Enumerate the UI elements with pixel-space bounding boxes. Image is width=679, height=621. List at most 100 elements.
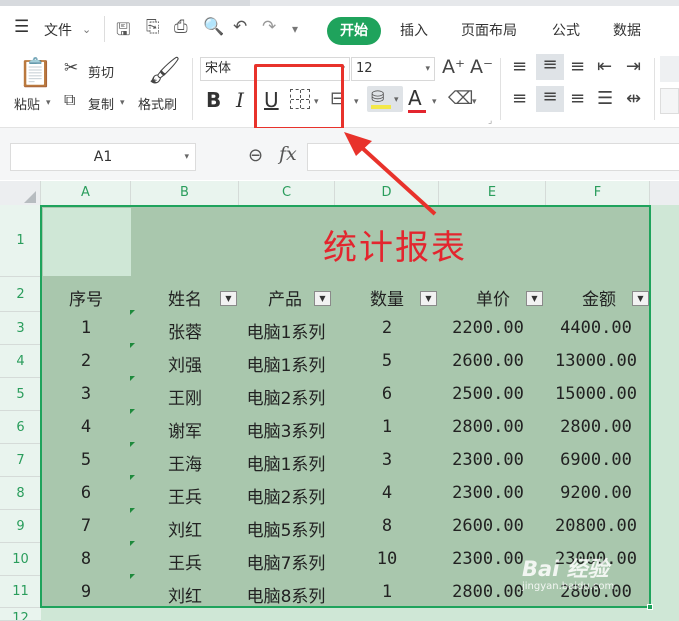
- row-header-10[interactable]: 10: [0, 543, 41, 576]
- paste-chevron-icon[interactable]: ▾: [46, 98, 51, 108]
- header-cell-quantity[interactable]: 数量: [352, 285, 422, 310]
- data-cell-index[interactable]: 3: [56, 384, 116, 404]
- data-cell-unit-price[interactable]: 2300.00: [442, 483, 534, 503]
- name-box[interactable]: A1 ▾: [10, 143, 196, 171]
- data-cell-amount[interactable]: 2800.00: [548, 417, 644, 437]
- column-header-d[interactable]: D: [335, 181, 439, 205]
- format-painter-icon[interactable]: 🖌: [148, 56, 181, 86]
- data-cell-quantity[interactable]: 10: [352, 549, 422, 569]
- data-cell-index[interactable]: 8: [56, 549, 116, 569]
- filter-dropdown-icon[interactable]: ▼: [632, 291, 649, 306]
- row-header-3[interactable]: 3: [0, 312, 41, 345]
- decrease-indent-icon[interactable]: ⇤: [597, 56, 612, 77]
- font-size-select[interactable]: 12 ▾: [351, 57, 435, 81]
- data-cell-unit-price[interactable]: 2800.00: [442, 417, 534, 437]
- data-cell-quantity[interactable]: 5: [352, 351, 422, 371]
- tab-data[interactable]: 数据: [613, 20, 641, 40]
- data-cell-product[interactable]: 电脑3系列: [236, 417, 336, 442]
- print-preview-icon[interactable]: 🔍: [203, 17, 224, 37]
- select-all-corner[interactable]: [0, 181, 41, 205]
- fill-color-button[interactable]: ⛁ ▾: [367, 86, 403, 112]
- formula-input[interactable]: [307, 143, 679, 171]
- print-icon[interactable]: ⎙: [174, 17, 188, 37]
- data-cell-name[interactable]: 刘红: [150, 582, 220, 607]
- data-cell-product[interactable]: 电脑2系列: [236, 384, 336, 409]
- align-bottom-icon[interactable]: ≡: [570, 56, 585, 77]
- row-header-4[interactable]: 4: [0, 345, 41, 378]
- row-header-7[interactable]: 7: [0, 444, 41, 477]
- merge-cells-button[interactable]: [660, 56, 679, 82]
- data-cell-amount[interactable]: 4400.00: [548, 318, 644, 338]
- eraser-chevron-icon[interactable]: ▾: [472, 97, 477, 107]
- distribute-icon[interactable]: ⇹: [626, 88, 641, 109]
- filter-dropdown-icon[interactable]: ▼: [220, 291, 237, 306]
- row-header-11[interactable]: 11: [0, 576, 41, 608]
- fill-handle[interactable]: [647, 604, 653, 610]
- zoom-formula-icon[interactable]: ⊖: [248, 145, 263, 166]
- row-header-1[interactable]: 1: [0, 205, 41, 277]
- redo-icon[interactable]: ↷: [262, 17, 276, 37]
- data-cell-amount[interactable]: 13000.00: [548, 351, 644, 371]
- data-cell-product[interactable]: 电脑1系列: [236, 351, 336, 376]
- increase-font-size-icon[interactable]: A⁺: [442, 56, 465, 78]
- data-cell-product[interactable]: 电脑2系列: [236, 483, 336, 508]
- file-menu-chevron-icon[interactable]: ⌄: [82, 23, 91, 36]
- data-cell-index[interactable]: 1: [56, 318, 116, 338]
- decrease-font-size-icon[interactable]: A⁻: [470, 56, 493, 78]
- data-cell-name[interactable]: 刘红: [150, 516, 220, 541]
- row-header-8[interactable]: 8: [0, 477, 41, 510]
- fx-icon[interactable]: fx: [279, 143, 297, 165]
- tab-insert[interactable]: 插入: [400, 20, 428, 40]
- data-cell-quantity[interactable]: 1: [352, 582, 422, 602]
- undo-icon[interactable]: ↶: [233, 17, 247, 37]
- header-cell-unit-price[interactable]: 单价: [458, 285, 528, 310]
- data-cell-quantity[interactable]: 2: [352, 318, 422, 338]
- header-cell-name[interactable]: 姓名: [150, 285, 220, 310]
- data-cell-name[interactable]: 张蓉: [150, 318, 220, 343]
- row-header-6[interactable]: 6: [0, 411, 41, 444]
- data-cell-name[interactable]: 王兵: [150, 549, 220, 574]
- data-cell-index[interactable]: 4: [56, 417, 116, 437]
- bold-button[interactable]: B: [206, 88, 221, 112]
- data-cell-amount[interactable]: 15000.00: [548, 384, 644, 404]
- data-cell-index[interactable]: 2: [56, 351, 116, 371]
- data-cell-quantity[interactable]: 6: [352, 384, 422, 404]
- header-cell-index[interactable]: 序号: [56, 285, 116, 310]
- justify-icon[interactable]: ☰: [597, 88, 613, 109]
- row-header-9[interactable]: 9: [0, 510, 41, 543]
- copy-icon[interactable]: ⧉: [64, 90, 75, 110]
- data-cell-quantity[interactable]: 8: [352, 516, 422, 536]
- column-header-c[interactable]: C: [239, 181, 335, 205]
- data-cell-product[interactable]: 电脑5系列: [236, 516, 336, 541]
- data-cell-product[interactable]: 电脑8系列: [236, 582, 336, 607]
- italic-button[interactable]: I: [236, 88, 244, 112]
- filter-dropdown-icon[interactable]: ▼: [314, 291, 331, 306]
- data-cell-product[interactable]: 电脑1系列: [236, 450, 336, 475]
- data-cell-unit-price[interactable]: 2300.00: [442, 549, 534, 569]
- data-cell-name[interactable]: 王兵: [150, 483, 220, 508]
- data-cell-quantity[interactable]: 3: [352, 450, 422, 470]
- filter-dropdown-icon[interactable]: ▼: [526, 291, 543, 306]
- font-color-button[interactable]: A: [408, 86, 422, 110]
- data-cell-unit-price[interactable]: 2500.00: [442, 384, 534, 404]
- data-cell-index[interactable]: 5: [56, 450, 116, 470]
- data-cell-unit-price[interactable]: 2300.00: [442, 450, 534, 470]
- data-cell-index[interactable]: 7: [56, 516, 116, 536]
- data-cell-name[interactable]: 谢军: [150, 417, 220, 442]
- data-cell-quantity[interactable]: 1: [352, 417, 422, 437]
- align-middle-icon[interactable]: ≡: [536, 54, 564, 80]
- wrap-text-button[interactable]: [660, 88, 679, 114]
- data-cell-amount[interactable]: 6900.00: [548, 450, 644, 470]
- column-header-e[interactable]: E: [439, 181, 546, 205]
- filter-dropdown-icon[interactable]: ▼: [420, 291, 437, 306]
- data-cell-name[interactable]: 王海: [150, 450, 220, 475]
- align-top-icon[interactable]: ≡: [512, 56, 527, 77]
- fill-effect-chevron-icon[interactable]: ▾: [354, 97, 359, 107]
- column-header-f[interactable]: F: [546, 181, 650, 205]
- export-icon[interactable]: ⎘: [146, 17, 160, 37]
- increase-indent-icon[interactable]: ⇥: [626, 56, 641, 77]
- save-icon[interactable]: 🖫: [116, 17, 130, 46]
- font-dialog-launcher-icon[interactable]: ⌟: [488, 116, 492, 126]
- copy-chevron-icon[interactable]: ▾: [120, 98, 125, 108]
- column-header-a[interactable]: A: [41, 181, 131, 205]
